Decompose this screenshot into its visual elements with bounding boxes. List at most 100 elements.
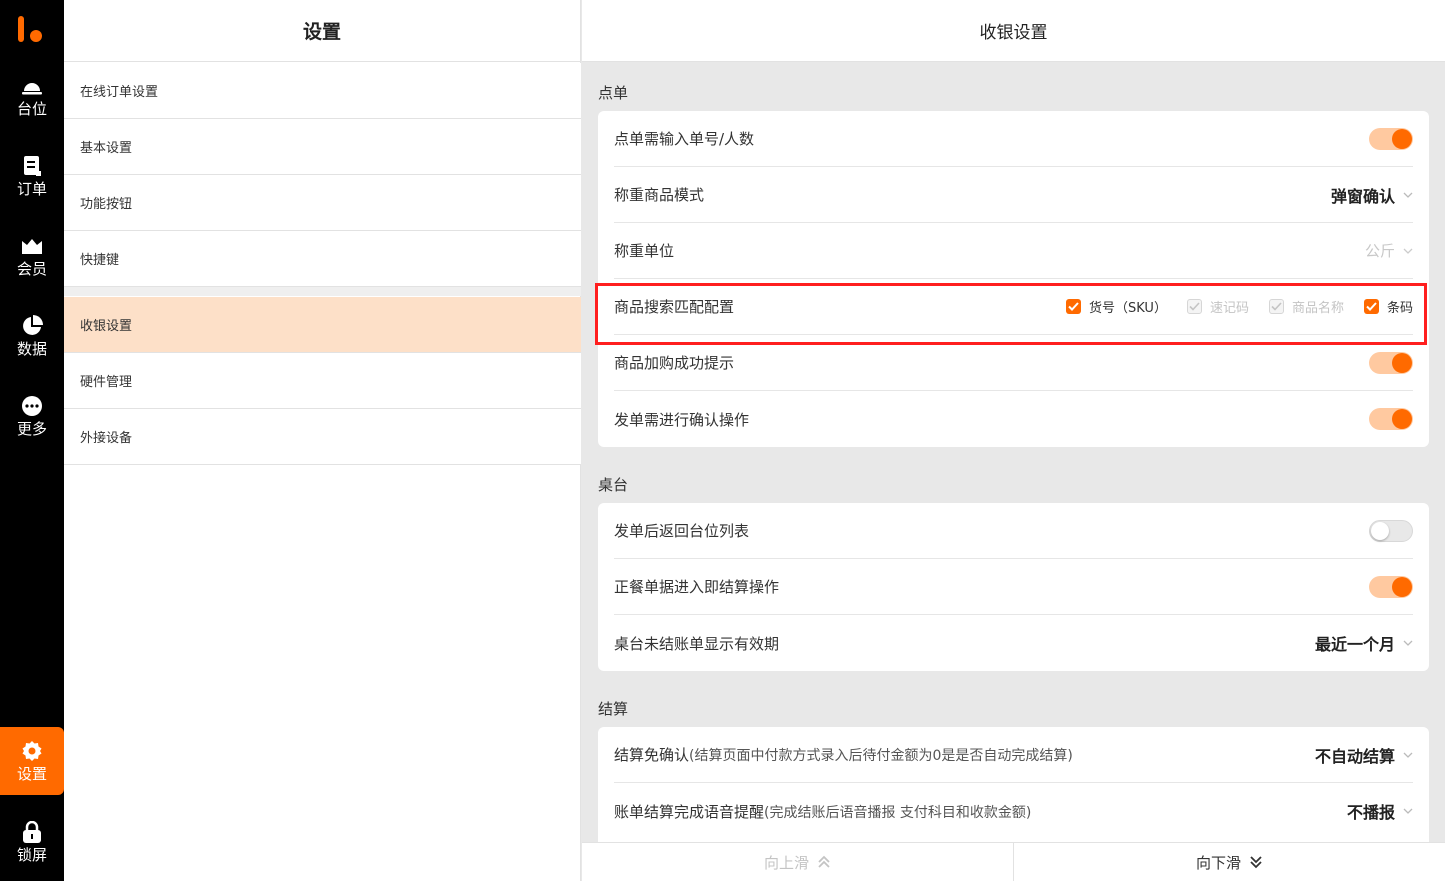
double-chevron-up-icon: [818, 855, 830, 868]
setting-hint: (结算页面中付款方式录入后待付金额为0是是否自动完成结算): [689, 748, 1073, 764]
setting-label: 桌台未结账单显示有效期: [614, 634, 780, 653]
setting-row: 商品加购成功提示: [614, 335, 1413, 391]
need-input-toggle[interactable]: [1369, 127, 1413, 150]
setting-label: 商品加购成功提示: [614, 354, 735, 372]
order-icon: [21, 155, 43, 177]
no-confirm-select[interactable]: 不自动结算: [1315, 743, 1413, 767]
checkbox-checked-icon: [1363, 299, 1379, 314]
checkbox-disabled-icon: [1186, 299, 1202, 314]
setting-row: 称重单位 公斤: [614, 223, 1413, 279]
setting-label: 商品搜索匹配配置: [614, 298, 735, 316]
menu-item-basic[interactable]: 基本设置: [64, 119, 581, 175]
menu-title: 设置: [64, 0, 580, 62]
setting-row: 点单需输入单号/人数: [614, 111, 1413, 167]
menu-item-online-order[interactable]: 在线订单设置: [64, 63, 581, 119]
search-match-options: 货号（SKU） 速记码 商品名称 条码: [1046, 297, 1413, 316]
table-bell-icon: [21, 75, 43, 97]
setting-label-main: 账单结算完成语音提醒: [614, 802, 765, 821]
chevron-down-icon: [1403, 808, 1413, 814]
voice-select[interactable]: 不播报: [1347, 799, 1413, 823]
settle-now-toggle[interactable]: [1369, 575, 1413, 598]
lock-icon: [21, 820, 43, 843]
setting-label: 称重商品模式: [614, 186, 705, 204]
option-label: 商品名称: [1291, 301, 1344, 316]
search-option-shortcode[interactable]: 速记码: [1186, 297, 1249, 316]
scroll-up-button[interactable]: 向上滑: [582, 843, 1014, 881]
setting-row: 称重商品模式 弹窗确认: [614, 167, 1413, 223]
select-value: 不自动结算: [1314, 746, 1395, 766]
select-value: 弹窗确认: [1330, 186, 1395, 206]
menu-divider: [64, 287, 581, 296]
double-chevron-down-icon: [1250, 856, 1262, 869]
nav-item-label: 台位: [16, 99, 47, 118]
weigh-unit-select[interactable]: 公斤: [1365, 240, 1413, 261]
search-option-barcode[interactable]: 条码: [1363, 297, 1413, 316]
setting-row: 正餐单据进入即结算操作: [614, 559, 1413, 615]
chevron-down-icon: [1403, 248, 1413, 254]
nav-item-settings[interactable]: 设置: [0, 727, 64, 795]
menu-item-cashier[interactable]: 收银设置: [64, 297, 581, 353]
nav-item-orders[interactable]: 订单: [0, 142, 64, 210]
nav-item-label: 更多: [16, 419, 47, 438]
nav-item-label: 订单: [16, 179, 47, 198]
search-option-name[interactable]: 商品名称: [1268, 297, 1344, 316]
gear-icon: [21, 740, 43, 762]
setting-row: 账单结算完成语音提醒(完成结账后语音播报 支付科目和收款金额) 不播报: [614, 783, 1413, 839]
cashier-settings-panel: 收银设置 点单 点单需输入单号/人数 称重商品模式 弹窗确认 称重单位 公斤 商…: [582, 0, 1445, 881]
brand-logo-icon: [18, 16, 42, 42]
pie-chart-icon: [21, 314, 43, 337]
menu-item-hardware[interactable]: 硬件管理: [64, 353, 581, 409]
section-title-settle: 结算: [598, 700, 629, 718]
weigh-mode-select[interactable]: 弹窗确认: [1331, 183, 1413, 207]
setting-label: 结算免确认(结算页面中付款方式录入后待付金额为0是是否自动完成结算): [614, 744, 1073, 765]
checkbox-disabled-icon: [1268, 299, 1284, 314]
nav-rail: 台位 订单 会员 数据 更多 设置 锁屏: [0, 0, 64, 881]
member-crown-icon: [21, 235, 43, 257]
scroll-down-button[interactable]: 向下滑: [1014, 843, 1445, 881]
setting-label: 正餐单据进入即结算操作: [614, 578, 780, 596]
option-label: 条码: [1386, 301, 1413, 316]
setting-row: 结算免确认(结算页面中付款方式录入后待付金额为0是是否自动完成结算) 不自动结算: [614, 727, 1413, 783]
scroll-down-label: 向下滑: [1195, 853, 1241, 872]
option-label: 货号（SKU）: [1089, 301, 1167, 316]
setting-row: 发单后返回台位列表: [614, 503, 1413, 559]
settings-menu: 设置 在线订单设置 基本设置 功能按钮 快捷键 收银设置 硬件管理 外接设备: [64, 0, 581, 881]
chevron-down-icon: [1403, 640, 1413, 646]
menu-item-shortcuts[interactable]: 快捷键: [64, 231, 581, 287]
menu-item-external-devices[interactable]: 外接设备: [64, 409, 581, 465]
checkbox-checked-icon: [1066, 299, 1081, 314]
section-title-order: 点单: [598, 84, 629, 102]
setting-row: 桌台未结账单显示有效期 最近一个月: [614, 615, 1413, 671]
setting-label: 发单需进行确认操作: [614, 410, 750, 429]
nav-item-more[interactable]: 更多: [0, 382, 64, 450]
settle-settings-card: 结算免确认(结算页面中付款方式录入后待付金额为0是是否自动完成结算) 不自动结算…: [598, 727, 1429, 842]
setting-label: 账单结算完成语音提醒(完成结账后语音播报 支付科目和收款金额): [614, 801, 1031, 822]
table-settings-card: 发单后返回台位列表 正餐单据进入即结算操作 桌台未结账单显示有效期 最近一个月: [598, 503, 1429, 671]
nav-item-table[interactable]: 台位: [0, 62, 64, 130]
search-option-sku[interactable]: 货号（SKU）: [1066, 297, 1167, 316]
select-value: 不播报: [1346, 803, 1395, 822]
nav-item-data[interactable]: 数据: [0, 302, 64, 370]
setting-hint: (完成结账后语音播报 支付科目和收款金额): [764, 804, 1032, 821]
chevron-down-icon: [1403, 192, 1413, 198]
select-value: 最近一个月: [1314, 635, 1395, 654]
select-value: 公斤: [1364, 242, 1395, 260]
nav-item-label: 锁屏: [16, 845, 47, 864]
setting-label: 点单需输入单号/人数: [614, 130, 755, 148]
unpaid-period-select[interactable]: 最近一个月: [1315, 631, 1413, 655]
scroll-up-label: 向上滑: [763, 853, 809, 872]
nav-item-member[interactable]: 会员: [0, 222, 64, 290]
order-settings-card: 点单需输入单号/人数 称重商品模式 弹窗确认 称重单位 公斤 商品搜索匹配配置 …: [598, 111, 1429, 447]
nav-item-lock[interactable]: 锁屏: [0, 808, 64, 876]
nav-item-label: 会员: [16, 259, 47, 278]
nav-item-label: 数据: [16, 339, 47, 358]
back-list-toggle[interactable]: [1369, 519, 1413, 542]
add-tip-toggle[interactable]: [1369, 351, 1413, 374]
setting-row: 发单需进行确认操作: [614, 391, 1413, 447]
menu-item-function-buttons[interactable]: 功能按钮: [64, 175, 581, 231]
send-confirm-toggle[interactable]: [1369, 408, 1413, 430]
nav-item-label: 设置: [16, 764, 47, 783]
setting-label: 称重单位: [614, 242, 675, 260]
section-title-table: 桌台: [598, 476, 629, 494]
chevron-down-icon: [1403, 752, 1413, 758]
